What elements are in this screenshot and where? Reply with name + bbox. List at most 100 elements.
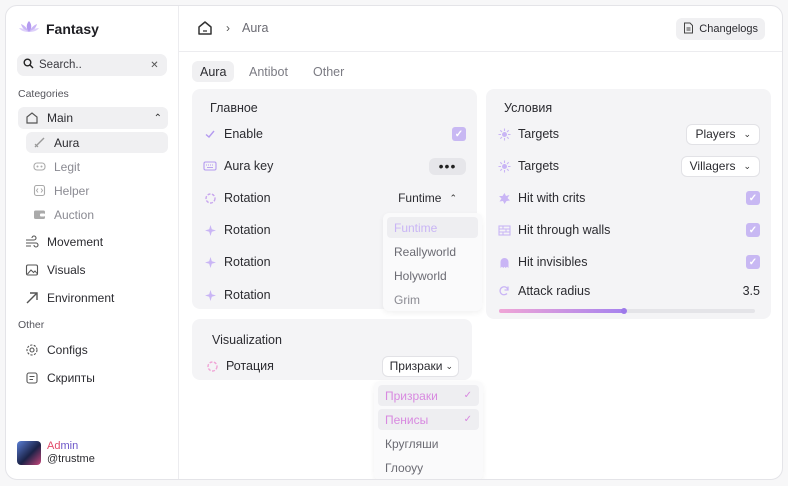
arrow-up-right-icon bbox=[25, 291, 39, 305]
sparkle-icon bbox=[203, 288, 217, 302]
sidebar-item-helper[interactable]: Helper bbox=[26, 180, 168, 201]
changelogs-label: Changelogs bbox=[699, 23, 758, 35]
rotation-select[interactable]: Funtime ⌃ bbox=[389, 188, 466, 209]
sidebar: Fantasy Search.. ✕ Categories Main ⌃ Aur… bbox=[6, 6, 179, 479]
home-icon bbox=[25, 111, 39, 125]
option-label: Призраки bbox=[385, 388, 438, 403]
sidebar-item-movement[interactable]: Movement bbox=[18, 231, 168, 253]
tab-other[interactable]: Other bbox=[305, 61, 352, 82]
script-icon bbox=[25, 371, 39, 385]
clear-search-icon[interactable]: ✕ bbox=[148, 59, 161, 72]
tab-antibot[interactable]: Antibot bbox=[241, 61, 296, 82]
rotate-icon bbox=[205, 359, 219, 373]
row-label: Rotation bbox=[224, 288, 271, 302]
user-handle: @trustme bbox=[47, 453, 95, 465]
sidebar-item-label: Helper bbox=[54, 183, 90, 198]
code-icon bbox=[32, 184, 46, 198]
user-profile[interactable]: Admin @trustme bbox=[17, 440, 95, 466]
row-label: Ротация bbox=[226, 359, 274, 373]
search-icon bbox=[23, 58, 34, 72]
dropdown-option[interactable]: Кругляши bbox=[378, 433, 479, 454]
option-label: Глооуу bbox=[385, 460, 424, 475]
more-options-button[interactable]: ••• bbox=[429, 157, 466, 175]
app-window: Fantasy Search.. ✕ Categories Main ⌃ Aur… bbox=[5, 5, 783, 480]
visualization-select[interactable]: Призраки ⌄ bbox=[381, 355, 459, 377]
sidebar-item-environment[interactable]: Environment bbox=[18, 287, 168, 309]
dropdown-option[interactable]: Reallyworld bbox=[387, 241, 478, 262]
dropdown-option[interactable]: Призраки ✓ bbox=[378, 385, 479, 406]
hit-with-crits-checkbox[interactable]: ✓ bbox=[746, 191, 760, 205]
visualization-dropdown: Призраки ✓ Пенисы ✓ Кругляши Глооуу bbox=[374, 381, 483, 479]
row-label: Enable bbox=[224, 127, 263, 141]
hit-through-walls-row: Hit through walls ✓ bbox=[497, 218, 760, 242]
targets-select-villagers[interactable]: Villagers ⌄ bbox=[680, 155, 760, 177]
chevron-down-icon: ⌄ bbox=[445, 360, 453, 371]
wall-icon bbox=[497, 223, 511, 237]
dropdown-option[interactable]: Глооуу bbox=[378, 457, 479, 478]
conditions-panel: Условия Targets Players ⌄ Targets Villag… bbox=[486, 89, 771, 319]
sidebar-item-main[interactable]: Main ⌃ bbox=[18, 107, 168, 129]
sidebar-item-label: Aura bbox=[54, 135, 80, 150]
dropdown-option[interactable]: Funtime bbox=[387, 217, 478, 238]
tab-aura[interactable]: Aura bbox=[192, 61, 235, 82]
sparkle-icon bbox=[203, 255, 217, 269]
target-icon bbox=[497, 159, 511, 173]
categories-label: Categories bbox=[18, 88, 69, 100]
document-icon bbox=[683, 22, 694, 37]
chevron-down-icon: ⌄ bbox=[743, 128, 751, 139]
row-label: Attack radius bbox=[518, 284, 591, 298]
other-label: Other bbox=[18, 319, 45, 331]
dropdown-option[interactable]: Grim bbox=[387, 289, 478, 310]
targets-row: Targets Villagers ⌄ bbox=[497, 154, 760, 178]
sidebar-item-label: Environment bbox=[47, 291, 115, 305]
search-placeholder: Search.. bbox=[39, 59, 82, 71]
sparkle-icon bbox=[203, 223, 217, 237]
sidebar-item-label: Configs bbox=[47, 343, 88, 357]
aura-key-row: Aura key ••• bbox=[203, 154, 466, 178]
image-icon bbox=[25, 263, 39, 277]
sidebar-item-visuals[interactable]: Visuals bbox=[18, 259, 168, 281]
chevron-up-icon: ⌃ bbox=[449, 192, 457, 203]
refresh-icon bbox=[497, 284, 511, 298]
sidebar-item-configs[interactable]: Configs bbox=[18, 339, 168, 361]
sidebar-item-label: Movement bbox=[47, 235, 104, 249]
burst-icon bbox=[497, 191, 511, 205]
targets-select-players[interactable]: Players ⌄ bbox=[686, 123, 760, 145]
dropdown-option[interactable]: Пенисы ✓ bbox=[378, 409, 479, 430]
sword-icon bbox=[32, 136, 46, 150]
row-label: Rotation bbox=[224, 223, 271, 237]
changelogs-button[interactable]: Changelogs bbox=[676, 18, 765, 40]
panel-title: Главное bbox=[210, 101, 258, 115]
dropdown-option[interactable]: Holyworld bbox=[387, 265, 478, 286]
sidebar-item-label: Main bbox=[47, 111, 74, 125]
enable-checkbox[interactable]: ✓ bbox=[452, 127, 466, 141]
home-icon[interactable] bbox=[197, 20, 213, 39]
sidebar-item-scripts[interactable]: Скрипты bbox=[18, 367, 168, 389]
header: › Aura Changelogs bbox=[179, 6, 782, 52]
panel-title: Visualization bbox=[212, 333, 282, 347]
breadcrumb[interactable]: Aura bbox=[242, 21, 268, 35]
sidebar-item-aura[interactable]: Aura bbox=[26, 132, 168, 153]
row-label: Hit invisibles bbox=[518, 255, 588, 269]
hit-invisibles-row: Hit invisibles ✓ bbox=[497, 250, 760, 274]
attack-radius-slider-handle[interactable] bbox=[621, 308, 628, 314]
row-label: Targets bbox=[518, 159, 559, 173]
mask-icon bbox=[32, 160, 46, 174]
targets-row: Targets Players ⌄ bbox=[497, 122, 760, 146]
sidebar-item-auction[interactable]: Auction bbox=[26, 204, 168, 225]
row-label: Hit through walls bbox=[518, 223, 611, 237]
attack-radius-slider-fill bbox=[499, 309, 625, 313]
enable-row[interactable]: Enable ✓ bbox=[203, 122, 466, 146]
option-label: Пенисы bbox=[385, 412, 429, 427]
wallet-icon bbox=[32, 208, 46, 222]
hit-invisibles-checkbox[interactable]: ✓ bbox=[746, 255, 760, 269]
attack-radius-row: Attack radius 3.5 bbox=[497, 282, 760, 300]
check-icon: ✓ bbox=[463, 414, 472, 425]
sidebar-item-legit[interactable]: Legit bbox=[26, 156, 168, 177]
hit-through-walls-checkbox[interactable]: ✓ bbox=[746, 223, 760, 237]
select-value: Players bbox=[695, 127, 736, 141]
sidebar-item-label: Auction bbox=[54, 207, 95, 222]
rotate-icon bbox=[203, 191, 217, 205]
search-input[interactable]: Search.. ✕ bbox=[17, 54, 167, 76]
sidebar-item-label: Legit bbox=[54, 159, 81, 174]
